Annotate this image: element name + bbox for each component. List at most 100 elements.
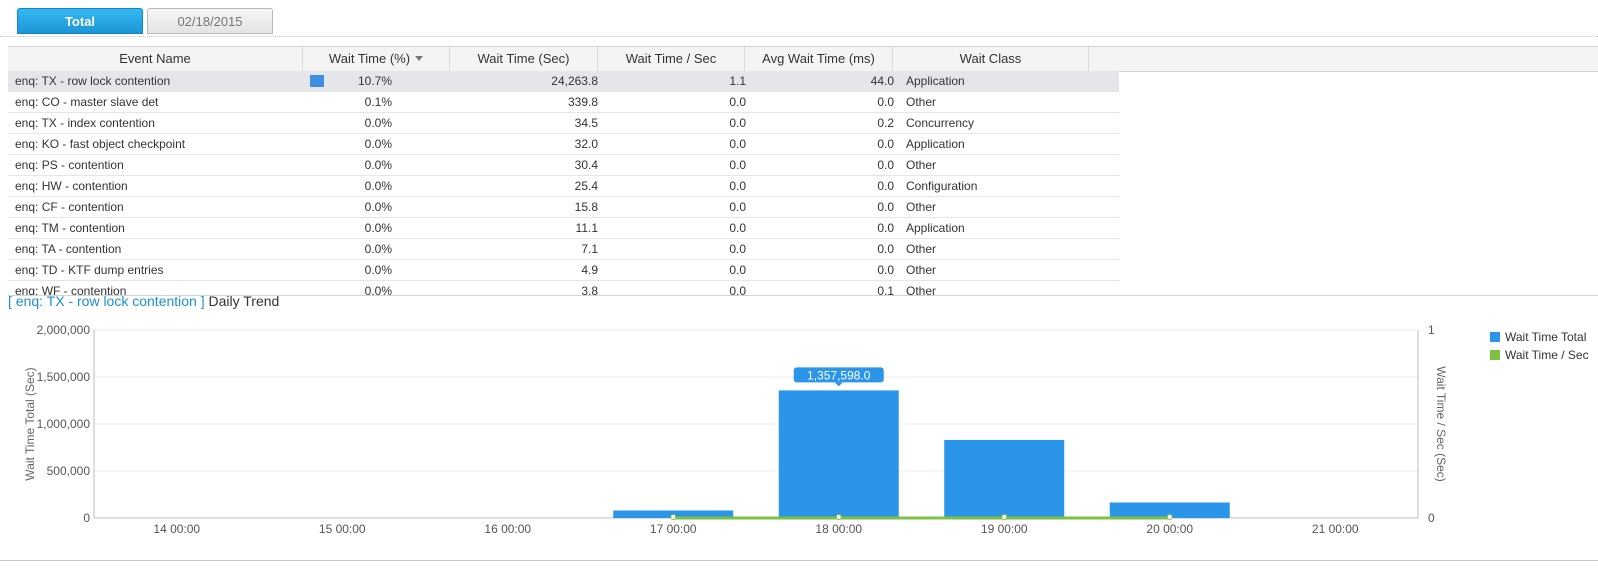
wait-time-sec-cell: 11.1 [575,221,598,235]
line-point[interactable] [835,514,842,520]
wait-time-per-sec-cell: 0.0 [729,179,746,193]
table-row[interactable]: enq: TD - KTF dump entries 0.0% 4.9 0.0 0.0 O… [8,260,1119,281]
table-row[interactable]: enq: TX - index contention 0.0% 34.5 0.0 0.2… [8,113,1119,134]
avg-wait-time-cell: 0.0 [877,95,894,109]
wait-class-cell: Other [906,158,937,172]
legend-label: Wait Time / Sec [1505,348,1589,362]
column-header-label: Wait Time (Sec) [477,51,570,66]
column-header-label: Event Name [119,51,191,66]
avg-wait-time-cell: 0.0 [877,242,894,256]
wait-time-per-sec-cell: 0.0 [729,284,746,296]
wait-time-pct-cell: 0.0% [364,242,392,256]
avg-wait-time-cell: 0.0 [877,263,894,277]
wait-time-pct-cell: 0.0% [364,116,392,130]
wait-time-per-sec-cell: 0.0 [729,221,746,235]
event-name-cell: enq: TD - KTF dump entries [15,263,164,277]
wait-time-per-sec-cell: 0.0 [729,263,746,277]
event-name-cell: enq: TX - index contention [15,116,155,130]
wait-event-table: Event Name Wait Time (%) Wait Time (Sec)… [8,46,1598,296]
column-header-wait-class[interactable]: Wait Class [893,47,1089,71]
tab-total[interactable]: Total [17,8,143,34]
daily-trend-chart: 0 500,000 1,000,000 1,500,000 2,000,000 0 1 14 … [23,323,1448,536]
wait-time-sec-cell: 34.5 [574,116,598,130]
column-header-event-name[interactable]: Event Name [8,47,303,71]
wait-time-sec-cell: 4.9 [581,263,598,277]
trend-title: [ enq: TX - row lock contention ] Daily … [8,293,279,309]
event-name-cell: enq: KO - fast object checkpoint [15,137,186,151]
tooltip-text: 1,357,598.0 [807,368,871,382]
table-row[interactable]: enq: CO - master slave det 0.1% 339.8 0.0 0.… [8,92,1119,113]
wait-class-cell: Other [906,242,937,256]
wait-time-sec-cell: 15.8 [574,200,598,214]
event-name-cell: enq: TA - contention [15,242,122,256]
wait-class-cell: Other [906,263,937,277]
divider [0,560,1598,561]
event-name-cell: enq: PS - contention [15,158,124,172]
event-name-cell: enq: HW - contention [15,179,128,193]
x-tick-label: 18 00:00 [815,522,862,536]
column-header-label: Wait Time / Sec [625,51,717,66]
tab-date[interactable]: 02/18/2015 [147,8,273,34]
table-row[interactable]: enq: PS - contention 0.0% 30.4 0.0 0.0 Other [8,155,1119,176]
wait-time-pct-cell: 0.1% [364,95,392,109]
column-header-wait-time-pct[interactable]: Wait Time (%) [303,47,450,71]
wait-time-sec-cell: 339.8 [567,95,598,109]
wait-time-pct-cell: 0.0% [364,263,392,277]
line-point[interactable] [1166,514,1173,520]
x-tick-label: 19 00:00 [981,522,1028,536]
wait-time-sec-cell: 3.8 [581,284,598,296]
wait-time-sec-cell: 25.4 [574,179,598,193]
wait-time-sec-cell: 30.4 [574,158,598,172]
bar[interactable] [778,390,899,518]
wait-time-sec-cell: 24,263.8 [551,74,598,88]
column-header-label: Wait Time (%) [328,51,411,66]
wait-time-pct-cell: 0.0% [364,137,392,151]
y2-tick-label: 1 [1428,323,1435,337]
x-tick-label: 20 00:00 [1146,522,1193,536]
legend-item-wait-time-per-sec[interactable]: Wait Time / Sec [1490,347,1589,365]
wait-time-sec-cell: 32.0 [574,137,598,151]
trend-title-suffix: Daily Trend [204,293,280,309]
avg-wait-time-cell: 0.0 [877,200,894,214]
wait-time-per-sec-cell: 0.0 [729,137,746,151]
table-row[interactable]: enq: TX - row lock contention 10.7% 24,263… [8,71,1119,92]
wait-class-cell: Configuration [906,179,978,193]
table-row[interactable]: enq: TM - contention 0.0% 11.1 0.0 0.0 Applic… [8,218,1119,239]
wait-class-cell: Other [906,200,937,214]
y-tick-label: 0 [83,511,90,525]
avg-wait-time-cell: 0.1 [877,284,894,296]
column-header-label: Avg Wait Time (ms) [762,51,875,66]
table-header: Event Name Wait Time (%) Wait Time (Sec)… [8,47,1598,72]
avg-wait-time-cell: 0.0 [877,179,894,193]
line-point[interactable] [670,514,677,520]
wait-class-cell: Application [906,137,965,151]
wait-time-pct-cell: 0.0% [364,200,392,214]
column-header-wait-time-sec[interactable]: Wait Time (Sec) [450,47,598,71]
wait-time-per-sec-cell: 0.0 [729,158,746,172]
event-name-cell: enq: CF - contention [15,200,124,214]
avg-wait-time-cell: 0.0 [877,221,894,235]
table-row[interactable]: enq: CF - contention 0.0% 15.8 0.0 0.0 Other [8,197,1119,218]
legend-item-wait-time-total[interactable]: Wait Time Total [1490,329,1589,347]
line-point[interactable] [1001,514,1008,520]
sort-descending-icon [415,56,424,61]
table-row[interactable]: enq: TA - contention 0.0% 7.1 0.0 0.0 Other [8,239,1119,260]
wait-class-cell: Concurrency [906,116,975,130]
y-axis-title: Wait Time Total (Sec) [23,367,37,480]
tooltip-pointer [834,382,843,387]
wait-time-pct-cell: 10.7% [357,74,392,88]
bar[interactable] [944,439,1065,518]
y2-axis-title: Wait Time / Sec (Sec) [1434,366,1448,482]
event-name-cell: enq: TM - contention [15,221,125,235]
wait-class-cell: Other [906,284,937,296]
column-header-wait-time-per-sec[interactable]: Wait Time / Sec [598,47,745,71]
wait-time-per-sec-cell: 1.1 [729,74,746,88]
wait-time-per-sec-cell: 0.0 [729,95,746,109]
table-row[interactable]: enq: HW - contention 0.0% 25.4 0.0 0.0 Config… [8,176,1119,197]
column-header-avg-wait-time[interactable]: Avg Wait Time (ms) [745,47,893,71]
legend-label: Wait Time Total [1505,330,1587,344]
table-row[interactable]: enq: KO - fast object checkpoint 0.0% 32.0… [8,134,1119,155]
wait-class-cell: Application [906,221,965,235]
wait-time-pct-cell: 0.0% [364,179,392,193]
trend-event-name[interactable]: [ enq: TX - row lock contention ] [8,293,205,309]
